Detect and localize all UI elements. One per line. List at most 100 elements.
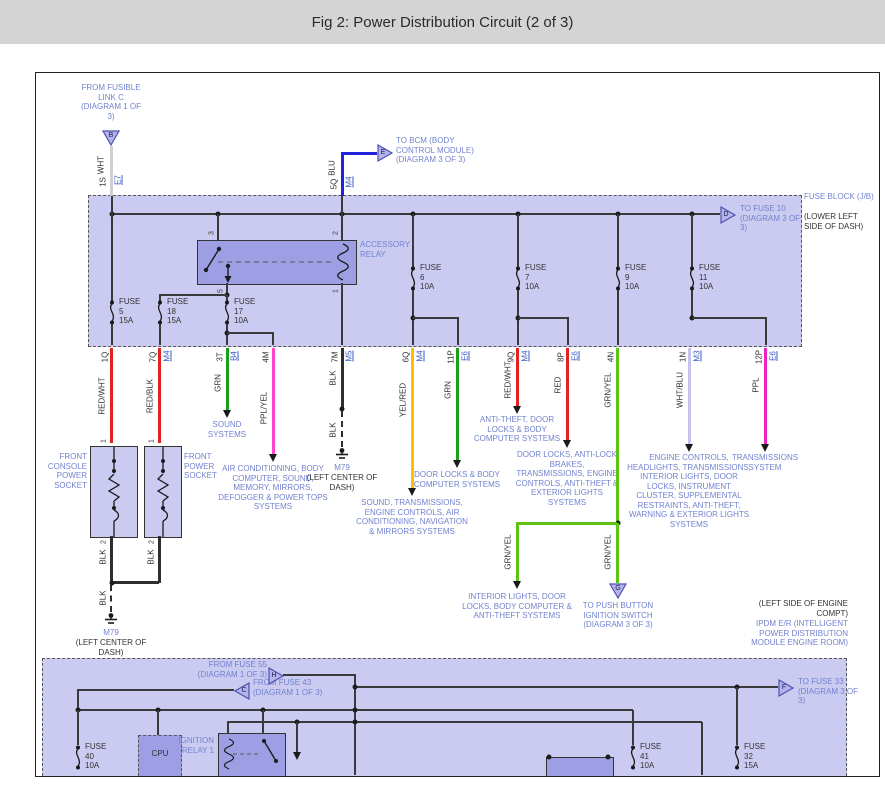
connector-g[interactable]: G bbox=[609, 583, 627, 599]
connector-d[interactable]: D bbox=[720, 206, 736, 224]
line bbox=[272, 332, 274, 345]
connector-f-letter: F bbox=[776, 684, 792, 691]
terminal-1s: 1S bbox=[99, 177, 108, 187]
wire-red-wht bbox=[110, 348, 113, 443]
arrow-down-icon bbox=[408, 488, 416, 496]
arrow-down-icon bbox=[223, 410, 231, 418]
socket1-pin-top: 1 bbox=[101, 439, 108, 443]
terminal-code-link[interactable]: E6 bbox=[769, 351, 778, 361]
socket1-pin-bottom: 2 bbox=[101, 540, 108, 544]
terminal-code-link-m4[interactable]: M4 bbox=[345, 176, 354, 187]
wire-blk bbox=[110, 536, 113, 583]
terminal-code-link[interactable]: E6 bbox=[571, 351, 580, 361]
line bbox=[701, 722, 703, 775]
line bbox=[691, 290, 693, 318]
fuse-32-icon bbox=[731, 745, 743, 770]
line bbox=[217, 214, 219, 240]
junction-dot bbox=[353, 720, 358, 725]
ignition-relay-label: IGNITION RELAY 1 bbox=[154, 736, 214, 755]
fuse-17-icon bbox=[221, 300, 233, 325]
terminal-7m: 7M bbox=[331, 351, 340, 362]
wire-color-label: BLK bbox=[99, 590, 108, 605]
partial-relay-box bbox=[546, 757, 614, 776]
wire-color-label: WHT/BLU bbox=[676, 372, 685, 408]
terminal-3t: 3T bbox=[216, 352, 225, 361]
line bbox=[457, 317, 459, 345]
line bbox=[111, 214, 113, 302]
arrow-down-icon bbox=[761, 444, 769, 452]
line bbox=[160, 294, 227, 296]
wire-blu bbox=[341, 152, 377, 155]
relay-pin-5: 5 bbox=[218, 289, 225, 293]
line bbox=[227, 721, 229, 733]
line bbox=[692, 317, 766, 319]
connector-g-letter: G bbox=[609, 585, 627, 592]
wire-color-label: RED bbox=[554, 377, 563, 394]
wire-color-label: RED/WHT bbox=[504, 361, 513, 398]
connector-b[interactable]: B bbox=[102, 130, 120, 146]
wire-grn-yel bbox=[616, 523, 619, 583]
connector-h[interactable]: H bbox=[268, 667, 284, 685]
line bbox=[341, 283, 343, 345]
ipdm-name: IPDM E/R (INTELLIGENT POWER DISTRIBUTION… bbox=[740, 619, 848, 648]
ground-icon bbox=[335, 448, 349, 461]
fuse-18-icon bbox=[154, 300, 166, 325]
junction-dot bbox=[353, 685, 358, 690]
line bbox=[518, 317, 568, 319]
fuse-32-label: FUSE 32 15A bbox=[744, 742, 765, 771]
wire-color-label: BLK bbox=[329, 422, 338, 437]
arrow-down-icon bbox=[269, 454, 277, 462]
connector-f[interactable]: F bbox=[778, 679, 794, 697]
socket-internals-icon bbox=[91, 447, 137, 537]
terminal-code-link[interactable]: M4 bbox=[416, 350, 425, 361]
fuse-7-label: FUSE 7 10A bbox=[525, 263, 546, 292]
terminal-code-link[interactable]: M5 bbox=[345, 350, 354, 361]
fuse-block-name: FUSE BLOCK (J/B) bbox=[804, 192, 874, 202]
socket-internals-icon bbox=[145, 447, 181, 537]
socket2-pin-top: 1 bbox=[149, 439, 156, 443]
relay-internals-icon bbox=[219, 734, 285, 776]
accessory-relay-label: ACCESSORY RELAY bbox=[360, 240, 432, 259]
from-fuse43-label: FROM FUSE 43 (DIAGRAM 1 OF 3) bbox=[253, 678, 333, 697]
from-fusible-link-label: FROM FUSIBLE LINK C (DIAGRAM 1 OF 3) bbox=[81, 83, 141, 121]
line bbox=[159, 324, 161, 345]
arrow-down-icon bbox=[513, 406, 521, 414]
dest-anti-theft: ANTI-THEFT, DOOR LOCKS & BODY COMPUTER S… bbox=[469, 415, 565, 444]
accessory-relay bbox=[197, 240, 357, 285]
to-push-button-label: TO PUSH BUTTON IGNITION SWITCH (DIAGRAM … bbox=[570, 601, 666, 630]
wire-blk bbox=[341, 348, 344, 409]
front-console-socket-label: FRONT CONSOLE POWER SOCKET bbox=[40, 452, 87, 490]
line bbox=[617, 214, 619, 267]
ground-m79-loc: (LEFT CENTER OF DASH) bbox=[302, 473, 382, 492]
fuse-40-icon bbox=[72, 745, 84, 770]
terminal-code-link[interactable]: E6 bbox=[461, 351, 470, 361]
wire-grn bbox=[226, 348, 229, 410]
wire-grn bbox=[456, 348, 459, 460]
ipdm-location: (LEFT SIDE OF ENGINE COMPT) bbox=[740, 599, 848, 618]
wire-grn-yel bbox=[516, 522, 519, 581]
connector-c[interactable]: C bbox=[234, 682, 250, 700]
line bbox=[227, 332, 273, 334]
wire-color-label: WHT bbox=[97, 156, 106, 174]
fuse-41-icon bbox=[627, 745, 639, 770]
wire-red bbox=[566, 348, 569, 440]
arrow-down-icon bbox=[513, 581, 521, 589]
fuse-9-icon bbox=[612, 266, 624, 291]
terminal-code-link[interactable]: M3 bbox=[693, 350, 702, 361]
terminal-code-link-e7[interactable]: E7 bbox=[114, 175, 123, 185]
connector-e[interactable]: E bbox=[377, 144, 393, 162]
line bbox=[296, 722, 298, 752]
fuse-7-icon bbox=[512, 266, 524, 291]
terminal-code-link[interactable]: B4 bbox=[230, 351, 239, 361]
relay-internals-icon bbox=[198, 241, 356, 284]
wire-wht-blu bbox=[688, 348, 691, 444]
line bbox=[567, 317, 569, 345]
terminal-1n: 1N bbox=[679, 352, 688, 362]
wire-color-label: GRN/YEL bbox=[604, 534, 613, 569]
terminal-4m: 4M bbox=[262, 351, 271, 362]
line bbox=[341, 196, 343, 214]
relay-pin-2: 2 bbox=[333, 231, 340, 235]
terminal-code-link[interactable]: M4 bbox=[163, 350, 172, 361]
terminal-code-link[interactable]: M4 bbox=[521, 350, 530, 361]
terminal-6q: 6Q bbox=[402, 352, 411, 363]
